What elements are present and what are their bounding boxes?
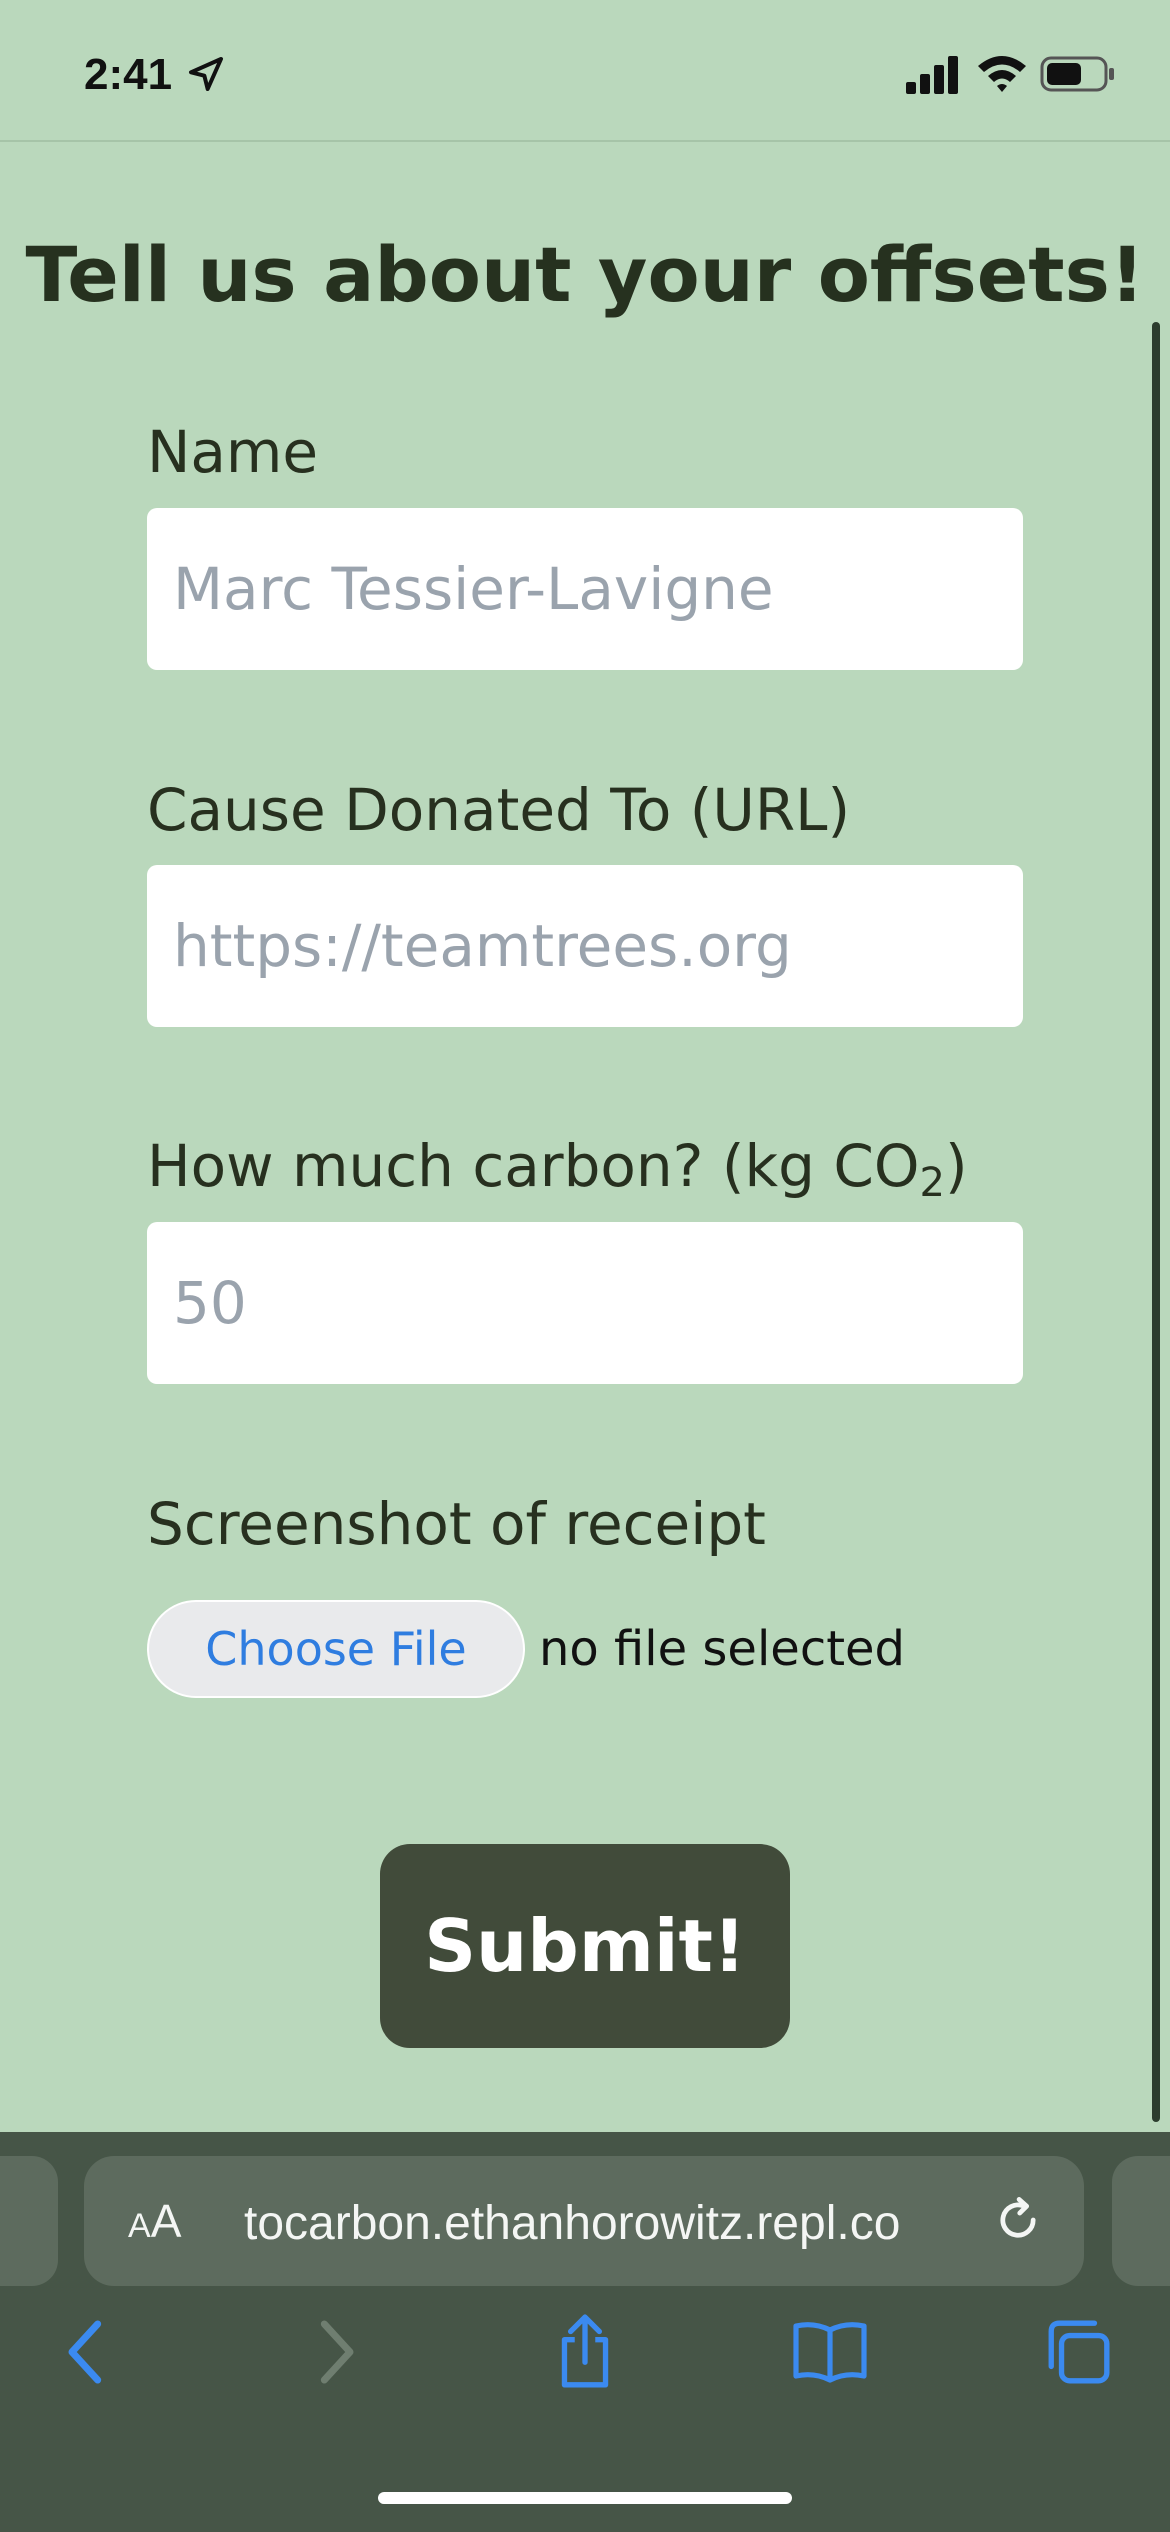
status-bar: 2:41	[0, 0, 1170, 142]
home-indicator[interactable]	[378, 2492, 792, 2504]
previous-tab-preview[interactable]	[0, 2156, 58, 2286]
file-upload: Choose File no file selected	[147, 1600, 905, 1698]
next-tab-preview[interactable]	[1112, 2156, 1170, 2286]
submit-button[interactable]: Submit!	[380, 1844, 790, 2048]
safari-toolbar	[0, 2312, 1170, 2422]
choose-file-button[interactable]: Choose File	[147, 1600, 525, 1698]
chevron-right-icon	[320, 2320, 354, 2384]
page-title: Tell us about your offsets!	[25, 230, 1145, 319]
battery-icon	[1040, 56, 1114, 92]
file-status-text: no file selected	[539, 1621, 906, 1677]
cause-url-input[interactable]	[147, 865, 1023, 1027]
share-button[interactable]	[545, 2312, 625, 2392]
back-button[interactable]	[46, 2312, 126, 2392]
page-scrollbar[interactable]	[1152, 322, 1160, 2122]
carbon-label-subscript: 2	[919, 1160, 945, 1206]
address-bar[interactable]: AA tocarbon.ethanhorowitz.repl.co	[84, 2156, 1084, 2286]
location-arrow-icon	[189, 57, 223, 91]
carbon-amount-input[interactable]	[147, 1222, 1023, 1384]
name-label: Name	[147, 418, 319, 486]
share-icon	[561, 2314, 609, 2388]
tabs-icon	[1048, 2320, 1110, 2384]
reader-options-button[interactable]: AA	[128, 2194, 181, 2248]
status-time: 2:41	[84, 50, 173, 99]
receipt-label: Screenshot of receipt	[147, 1490, 766, 1558]
wifi-icon	[978, 56, 1026, 92]
name-input[interactable]	[147, 508, 1023, 670]
safari-bottom-bar: AA tocarbon.ethanhorowitz.repl.co	[0, 2132, 1170, 2532]
cause-url-label: Cause Donated To (URL)	[147, 776, 851, 844]
chevron-left-icon	[68, 2320, 102, 2384]
carbon-label-suffix: )	[944, 1132, 968, 1200]
open-book-icon	[793, 2322, 867, 2383]
tabs-button[interactable]	[1038, 2312, 1118, 2392]
bookmarks-button[interactable]	[790, 2312, 870, 2392]
carbon-amount-label: How much carbon? (kg CO2)	[147, 1132, 968, 1206]
url-text[interactable]: tocarbon.ethanhorowitz.repl.co	[244, 2196, 1004, 2251]
cellular-signal-icon	[906, 56, 958, 94]
forward-button[interactable]	[296, 2312, 376, 2392]
carbon-label-text: How much carbon? (kg CO	[147, 1132, 920, 1200]
reload-icon[interactable]	[992, 2194, 1044, 2246]
